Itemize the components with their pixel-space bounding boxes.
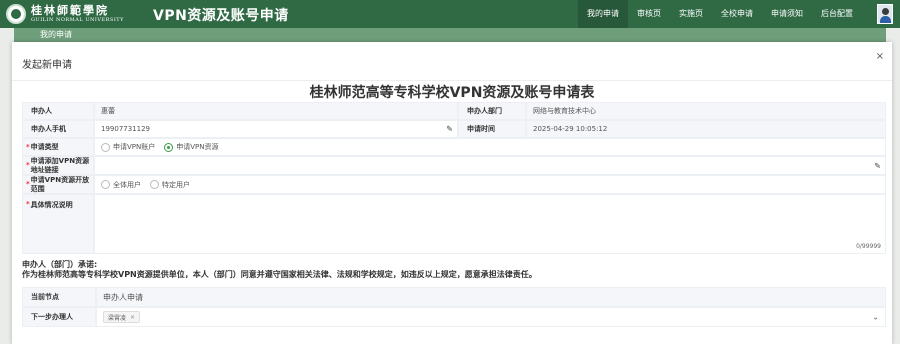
nav-implementation[interactable]: 实施页 — [670, 0, 712, 28]
logo-english-name: GUILIN NORMAL UNIVERSITY — [31, 17, 124, 23]
type-row: 申请类型 申请VPN账户 申请VPN资源 — [22, 138, 886, 156]
radio-circle-selected — [164, 142, 174, 152]
radio-vpn-account[interactable]: 申请VPN账户 — [101, 142, 155, 152]
next-handler-label: 下一步办理人 — [22, 307, 96, 327]
applicant-row: 申办人 惠蕾 申办人部门 网络与教育技术中心 — [22, 102, 886, 120]
handler-tag-label: 梁霄凌 — [108, 314, 127, 322]
scope-label: 申请VPN资源开放范围 — [22, 175, 94, 194]
url-row: 申请添加VPN资源地址链接 ✎ — [22, 156, 886, 175]
pencil-icon[interactable]: ✎ — [874, 161, 881, 170]
close-icon[interactable]: × — [876, 51, 884, 62]
phone-value: 19907731129 — [101, 125, 150, 133]
phone-row: 申办人手机 19907731129 ✎ 申请时间 2025-04-29 10:0… — [22, 120, 886, 138]
top-navigation-bar: 桂林師範學院 GUILIN NORMAL UNIVERSITY VPN资源及账号… — [0, 0, 900, 28]
modal-title: 发起新申请 — [22, 60, 72, 71]
tag-remove-icon[interactable]: × — [130, 314, 135, 321]
detail-label: 具体情况说明 — [22, 194, 94, 254]
detail-textarea[interactable]: 0/99999 — [94, 194, 886, 254]
breadcrumb-bar: 我的申请 — [14, 28, 886, 42]
radio-label: 申请VPN账户 — [113, 143, 156, 151]
time-value: 2025-04-29 10:05:12 — [526, 120, 886, 138]
divider — [12, 80, 892, 81]
handler-tag: 梁霄凌 × — [103, 311, 141, 323]
promise-text: 作为桂林师范高等专科学校VPN资源提供单位，本人（部门）同意并遵守国家相关法律、… — [22, 270, 537, 279]
url-label: 申请添加VPN资源地址链接 — [22, 156, 94, 175]
next-handler-row: 下一步办理人 梁霄凌 × ⌄ — [22, 307, 886, 327]
chevron-down-icon[interactable]: ⌄ — [872, 313, 879, 322]
next-handler-select[interactable]: 梁霄凌 × ⌄ — [96, 307, 886, 327]
department-value: 网络与教育技术中心 — [526, 102, 886, 120]
current-node-row: 当前节点 申办人申请 — [22, 287, 886, 307]
radio-circle — [101, 142, 110, 152]
radio-circle — [101, 180, 110, 189]
nav-all-school[interactable]: 全校申请 — [712, 0, 762, 28]
applicant-promise: 申办人（部门）承诺: 作为桂林师范高等专科学校VPN资源提供单位，本人（部门）同… — [22, 260, 882, 280]
radio-specific-users[interactable]: 特定用户 — [150, 180, 190, 190]
radio-vpn-resource[interactable]: 申请VPN资源 — [164, 142, 219, 152]
radio-label: 特定用户 — [162, 180, 190, 189]
logo-chinese-name: 桂林師範學院 — [31, 4, 109, 17]
type-label: 申请类型 — [22, 138, 94, 156]
detail-row: 具体情况说明 0/99999 — [22, 194, 886, 254]
user-avatar[interactable] — [877, 4, 893, 24]
nav-review[interactable]: 审核页 — [628, 0, 670, 28]
pencil-icon[interactable]: ✎ — [446, 125, 453, 134]
phone-label: 申办人手机 — [22, 120, 94, 138]
university-logo: 桂林師範學院 GUILIN NORMAL UNIVERSITY — [6, 3, 124, 25]
department-label: 申办人部门 — [458, 102, 526, 120]
scope-row: 申请VPN资源开放范围 全体用户 特定用户 — [22, 175, 886, 194]
current-node-value: 申办人申请 — [96, 287, 886, 307]
promise-title: 申办人（部门）承诺: — [22, 260, 98, 269]
applicant-label: 申办人 — [22, 102, 94, 120]
current-node-label: 当前节点 — [22, 287, 96, 307]
app-title: VPN资源及账号申请 — [153, 8, 289, 24]
applicant-value: 惠蕾 — [94, 102, 458, 120]
nav-admin-config[interactable]: 后台配置 — [812, 0, 862, 28]
url-input[interactable]: ✎ — [94, 156, 886, 175]
radio-label: 全体用户 — [113, 180, 141, 189]
main-nav: 我的申请 审核页 实施页 全校申请 申请须知 后台配置 — [578, 0, 862, 28]
time-label: 申请时间 — [458, 120, 526, 138]
breadcrumb: 我的申请 — [40, 30, 72, 39]
nav-notice[interactable]: 申请须知 — [762, 0, 812, 28]
radio-all-users[interactable]: 全体用户 — [101, 180, 141, 190]
phone-field[interactable]: 19907731129 ✎ — [94, 120, 458, 138]
new-application-modal: 发起新申请 × 桂林师范高等专科学校VPN资源及账号申请表 申办人 惠蕾 申办人… — [12, 42, 892, 344]
university-seal-icon — [6, 4, 26, 24]
form-title: 桂林师范高等专科学校VPN资源及账号申请表 — [309, 85, 595, 101]
logo-text: 桂林師範學院 GUILIN NORMAL UNIVERSITY — [31, 5, 124, 23]
type-radio-group: 申请VPN账户 申请VPN资源 — [94, 138, 886, 156]
nav-my-applications[interactable]: 我的申请 — [578, 0, 628, 28]
scope-radio-group: 全体用户 特定用户 — [94, 175, 886, 194]
radio-circle — [150, 180, 159, 189]
char-counter: 0/99999 — [856, 243, 881, 250]
radio-label: 申请VPN资源 — [176, 143, 219, 151]
